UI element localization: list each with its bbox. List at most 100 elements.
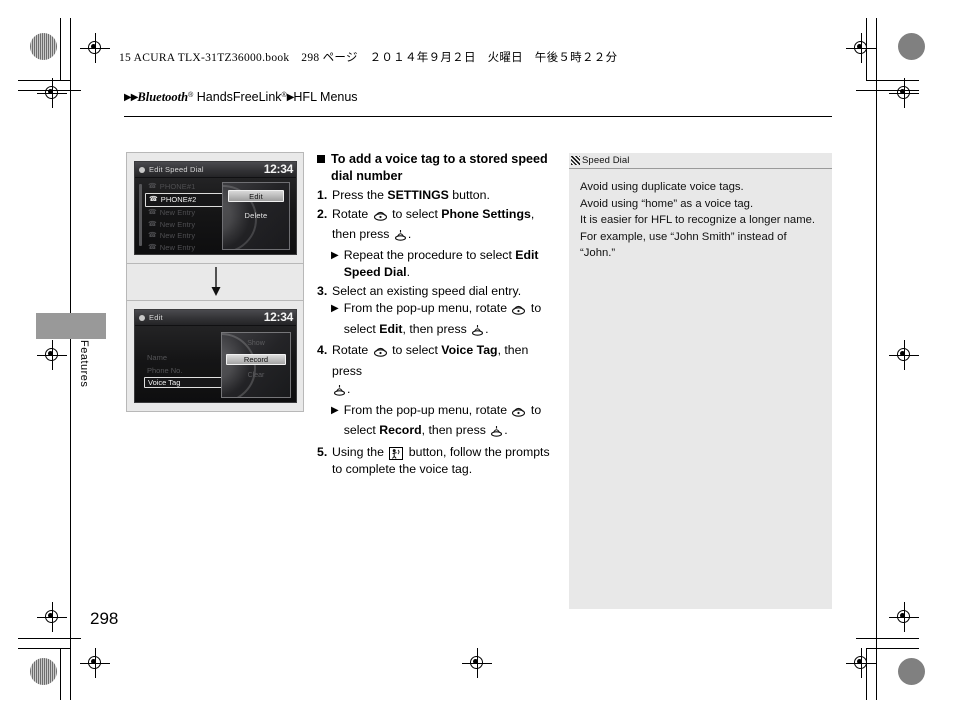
crop-line-right-spine	[876, 90, 877, 638]
registration-mark-top-left	[80, 33, 110, 63]
crop-line-top-left-v1	[60, 18, 61, 80]
note-panel: Speed Dial Avoid using duplicate voice t…	[569, 153, 832, 609]
crop-line-top-left-h2	[18, 90, 81, 91]
step-text: button.	[448, 188, 490, 202]
breadcrumb-sup-1: ®	[188, 92, 194, 99]
nav-body-2: Name CLCC Phone No. 117 Voice Tag No E S…	[135, 326, 296, 402]
status-dot-icon	[139, 166, 145, 173]
step-text: .	[407, 227, 412, 241]
registration-mark-bottom-center	[462, 648, 492, 678]
breadcrumb-handsfreelink: HandsFreeLink	[196, 90, 282, 104]
step-number: 5.	[317, 444, 328, 459]
note-panel-body: Avoid using duplicate voice tags. Avoid …	[569, 169, 832, 262]
popup-item-clear[interactable]: Clear	[226, 370, 286, 381]
instruction-step-3: 3. Select an existing speed dial entry.	[317, 283, 557, 301]
figure-column: Edit Speed Dial 12:34 ☎ PHONE#1 ☎ PHONE#…	[126, 152, 306, 412]
step-body: Using the button, follow the prompts to …	[332, 444, 557, 479]
crop-line-bottom-left-h1	[18, 648, 71, 649]
step-text: Using the	[332, 444, 388, 459]
substep-text: , then press	[421, 423, 490, 437]
interface-press-icon	[394, 229, 407, 247]
substep-text: .	[485, 321, 489, 336]
step-number: 2.	[317, 206, 328, 221]
registration-mark-left-lower	[37, 602, 67, 632]
halftone-dot-top-right	[898, 33, 925, 60]
substep-bold: Edit	[379, 321, 403, 336]
step-number: 4.	[317, 343, 328, 357]
section-heading: To add a voice tag to a stored speed dia…	[317, 151, 557, 184]
interface-press-icon	[333, 384, 346, 402]
registration-mark-left-middle	[37, 340, 67, 370]
note-line: Avoid using duplicate voice tags.	[580, 181, 744, 193]
step-body: Press the SETTINGS button.	[332, 187, 557, 205]
crop-line-top-right-h1	[866, 80, 919, 81]
figure-arrow-container	[126, 264, 304, 301]
interface-press-icon	[490, 425, 503, 443]
instruction-step-5: 5. Using the button, follow the prompts …	[317, 444, 557, 479]
breadcrumb-arrow-1: ▶▶	[124, 92, 138, 103]
step-text: to select	[388, 206, 442, 221]
halftone-dot-top-left	[30, 33, 57, 60]
instruction-step-4: 4. Rotate to select Voice Tag, then pres…	[317, 342, 557, 380]
step-bold: Phone Settings	[441, 206, 531, 221]
substep-text: Repeat the procedure to select	[343, 247, 516, 262]
step-body: Rotate to select Voice Tag, then press	[332, 342, 557, 380]
breadcrumb: ▶▶Bluetooth® HandsFreeLink®▶HFL Menus	[124, 90, 358, 105]
step-body: Select an existing speed dial entry.	[332, 283, 522, 298]
breadcrumb-bluetooth: Bluetooth	[137, 90, 189, 104]
popup-item-delete[interactable]: Delete	[228, 209, 284, 221]
popup-item-edit[interactable]: Edit	[228, 190, 284, 202]
substep-text: .	[406, 265, 410, 279]
registration-mark-left-upper	[37, 78, 67, 108]
list-item-label: New Entry	[159, 219, 196, 229]
substep-body: From the pop-up menu, rotate to select E…	[344, 300, 557, 341]
section-tab-label: Features	[78, 340, 90, 388]
scrollbar-1[interactable]	[139, 184, 142, 246]
substep-bold: Record	[379, 423, 422, 437]
section-heading-text: To add a voice tag to a stored speed dia…	[331, 152, 548, 183]
detail-key: Phone No.	[147, 365, 183, 375]
section-tab-block	[36, 313, 106, 339]
step-number: 1.	[317, 188, 328, 202]
page-number: 298	[90, 609, 119, 628]
substep-body: From the pop-up menu, rotate to select R…	[344, 402, 557, 443]
instruction-step-4-cont: .	[317, 381, 557, 402]
crop-line-bottom-right-h2	[856, 638, 919, 639]
step-body: Rotate to select Phone Settings, then pr…	[332, 206, 557, 247]
detail-key: Name	[147, 353, 168, 362]
popup-menu-2: Show Record Clear	[221, 332, 291, 398]
instruction-step-2: 2. Rotate to select Phone Settings, then…	[317, 206, 557, 247]
interface-dial-icon	[373, 209, 388, 227]
popup-item-record[interactable]: Record	[226, 354, 286, 365]
registration-mark-top-right	[846, 33, 876, 63]
list-item-label: New Entry	[159, 242, 196, 252]
nav-body-1: ☎ PHONE#1 ☎ PHONE#2 ☎ New Entry ☎ New En…	[135, 178, 296, 254]
flow-arrow-down	[127, 264, 305, 300]
substep-text: From the pop-up menu, rotate	[343, 402, 511, 417]
substep-text: .	[504, 423, 508, 437]
talk-button-icon	[389, 446, 404, 460]
halftone-dot-bottom-right	[898, 658, 925, 685]
nav-clock-2: 12:34	[263, 310, 294, 324]
nav-clock-1: 12:34	[263, 162, 294, 176]
crop-line-bottom-right-v1	[866, 648, 867, 700]
instruction-substep-2: ▶ Repeat the procedure to select Edit Sp…	[331, 247, 557, 282]
crop-line-top-right-h2	[856, 90, 919, 91]
registration-mark-right-lower	[889, 602, 919, 632]
nav-screen-speed-dial: Edit Speed Dial 12:34 ☎ PHONE#1 ☎ PHONE#…	[134, 161, 297, 255]
breadcrumb-hfl-menus: HFL Menus	[293, 90, 358, 104]
halftone-dot-bottom-left	[30, 658, 57, 685]
status-dot-icon	[139, 314, 145, 321]
popup-item-show[interactable]: Show	[226, 338, 286, 349]
nav-screen-title-2: Edit	[149, 313, 163, 322]
phone-icon: ☎	[148, 183, 157, 190]
substep-body: Repeat the procedure to select Edit Spee…	[344, 247, 557, 282]
step-bold: SETTINGS	[387, 188, 449, 202]
instruction-step-1: 1. Press the SETTINGS button.	[317, 187, 557, 205]
list-item-label: New Entry	[159, 208, 196, 217]
interface-press-icon	[471, 324, 484, 342]
step-body-cont: .	[332, 381, 557, 402]
nav-titlebar-2: Edit 12:34	[135, 310, 296, 326]
bullet-square-icon	[317, 155, 325, 163]
popup-menu-1: Edit Delete	[222, 182, 290, 250]
